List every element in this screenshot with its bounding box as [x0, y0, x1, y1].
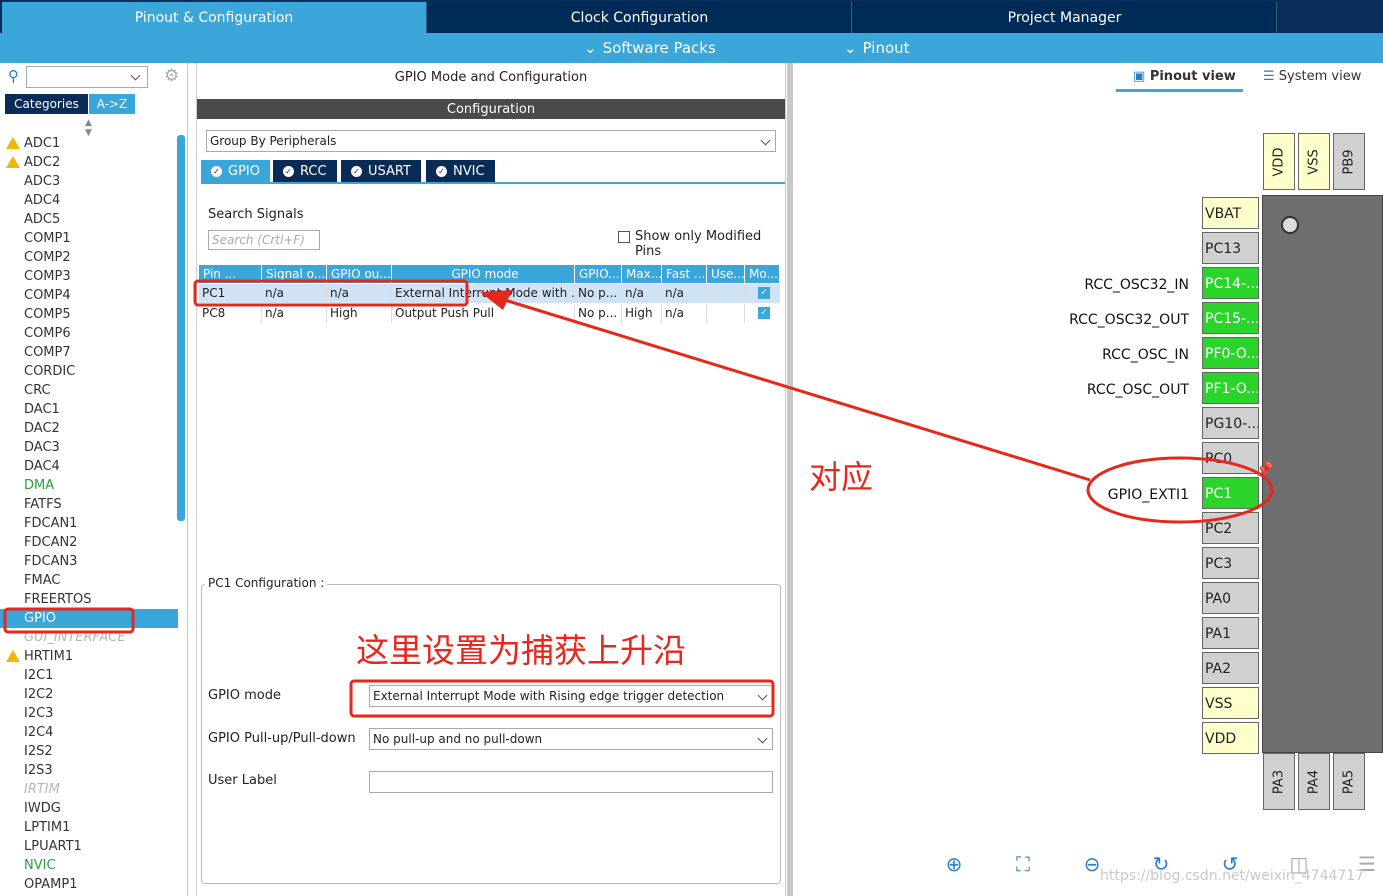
- gpio-mode-highlight-box: [349, 679, 775, 718]
- annotation-set-rising: 这里设置为捕获上升沿: [356, 631, 686, 670]
- annotation-correspond: 对应: [809, 458, 874, 496]
- gpio-highlight-box: [3, 607, 135, 634]
- annotation-overlay: [3, 279, 1274, 718]
- arrow-head: [480, 290, 512, 310]
- pc1-row-highlight-box: [193, 279, 469, 307]
- exti1-highlight-ellipse: [1086, 456, 1274, 524]
- arrow-line: [494, 295, 1091, 482]
